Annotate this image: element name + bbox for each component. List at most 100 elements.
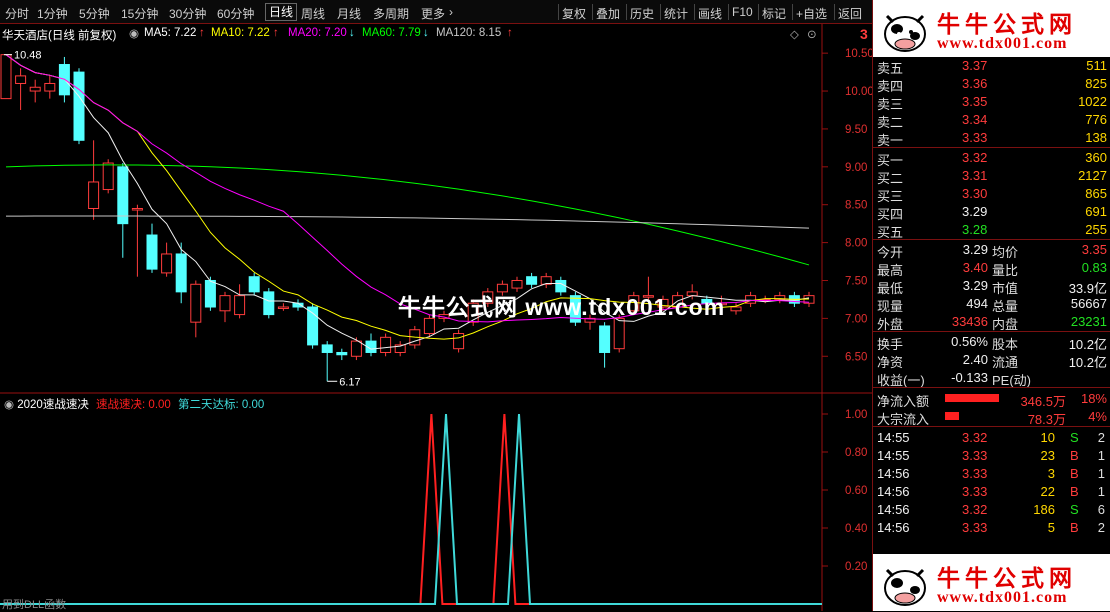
bid-volume: 255 xyxy=(1085,222,1107,237)
ask-price: 3.34 xyxy=(962,112,988,127)
candle-body xyxy=(613,317,625,350)
action-button-6[interactable]: 标记 xyxy=(762,5,786,22)
ask-row: 卖五 3.37 511 xyxy=(873,57,1110,76)
ma20-label: MA20: 7.20 xyxy=(288,27,347,39)
indicator-series-0 xyxy=(0,413,822,605)
banner-url[interactable]: www.tdx001.com xyxy=(937,589,1067,607)
divider xyxy=(873,387,1110,388)
tick-side: S xyxy=(1070,430,1079,445)
stock-title: 华天酒店(日线 前复权) xyxy=(2,30,117,42)
bid-volume: 691 xyxy=(1085,204,1107,219)
settings-icon[interactable]: ◉ xyxy=(129,26,139,40)
ask-price: 3.35 xyxy=(962,94,988,109)
ask-volume: 511 xyxy=(1086,58,1107,73)
period-tab-7[interactable]: 周线 xyxy=(301,5,325,22)
tick-row: 14:55 3.33 23 B 1 xyxy=(873,447,1110,465)
action-button-5[interactable]: F10 xyxy=(732,5,753,19)
period-tab-10[interactable]: 更多 xyxy=(421,5,445,22)
ask-volume: 825 xyxy=(1085,76,1107,91)
candle-body xyxy=(175,253,187,293)
candle-body xyxy=(453,333,465,350)
tick-price: 3.33 xyxy=(962,484,988,499)
action-button-7[interactable]: +自选 xyxy=(796,5,827,22)
fin-row: 收益(一) -0.133 PE(动) xyxy=(873,369,1110,388)
banner-url[interactable]: www.tdx001.com xyxy=(937,35,1067,53)
period-tab-5[interactable]: 60分钟 xyxy=(217,5,254,22)
period-tab-3[interactable]: 15分钟 xyxy=(121,5,158,22)
bid-row: 买三 3.30 865 xyxy=(873,185,1110,204)
cow-logo-icon xyxy=(884,568,926,606)
candle-body xyxy=(234,295,246,316)
stat-row: 今开 3.29 均价 3.35 xyxy=(873,241,1110,260)
tick-price: 3.33 xyxy=(962,520,988,535)
tick-price: 3.33 xyxy=(962,466,988,481)
period-tab-4[interactable]: 30分钟 xyxy=(169,5,206,22)
action-button-1[interactable]: 叠加 xyxy=(596,5,620,22)
period-tab-0[interactable]: 分时 xyxy=(5,5,29,22)
ma120-label: MA120: 8.15 xyxy=(436,27,502,39)
stat-row: 现量 494 总量 56667 xyxy=(873,295,1110,314)
period-tab-9[interactable]: 多周期 xyxy=(373,5,409,22)
divider xyxy=(873,426,1110,427)
fin-row: 换手 0.56% 股本 10.2亿 xyxy=(873,333,1110,352)
candle-body xyxy=(599,325,611,353)
fin-value: 0.56% xyxy=(951,334,988,349)
indicator-chart[interactable]: 1.00 0.80 0.60 0.40 0.20 xyxy=(0,394,872,611)
ma5-arrow: ↑ xyxy=(199,27,205,39)
flow-bar xyxy=(945,412,959,420)
period-tab-8[interactable]: 月线 xyxy=(337,5,361,22)
candlestick-chart[interactable]: 10.50 10.00 9.50 9.00 8.50 8.00 7.50 7.00 6.50 10… xyxy=(0,24,872,394)
tick-side: B xyxy=(1070,466,1079,481)
period-tab-6[interactable]: 日线 xyxy=(265,3,298,21)
ytick-label: 10.50 xyxy=(845,48,872,60)
ytick-label: 0.80 xyxy=(845,447,867,459)
dot-icon[interactable]: ⊙ xyxy=(807,27,817,41)
tick-row: 14:55 3.32 10 S 2 xyxy=(873,429,1110,447)
action-button-3[interactable]: 统计 xyxy=(664,5,688,22)
candle-body xyxy=(277,306,289,310)
divider xyxy=(873,239,1110,240)
diamond-icon[interactable]: ◇ xyxy=(790,27,799,41)
period-tab-2[interactable]: 5分钟 xyxy=(79,5,110,22)
ask-row: 卖三 3.35 1022 xyxy=(873,93,1110,112)
flow-pct: 18% xyxy=(1080,391,1107,406)
tick-time: 14:56 xyxy=(877,520,910,535)
candle-body xyxy=(29,86,41,92)
collapse-icon[interactable]: ◉ xyxy=(4,399,14,411)
indicator-series-1 xyxy=(0,413,822,605)
bid-price: 3.28 xyxy=(962,222,988,237)
action-button-0[interactable]: 复权 xyxy=(562,5,586,22)
chevron-right-icon[interactable]: › xyxy=(449,5,453,19)
stat-value: 494 xyxy=(966,296,988,311)
fin-value: -0.133 xyxy=(951,370,988,385)
tick-side: S xyxy=(1070,502,1079,517)
candle-body xyxy=(161,253,173,274)
action-button-8[interactable]: 返回 xyxy=(838,5,862,22)
bid-price: 3.29 xyxy=(962,204,988,219)
banner-title: 牛牛公式网 xyxy=(937,566,1077,591)
ask-volume: 1022 xyxy=(1078,94,1107,109)
ask-volume: 138 xyxy=(1085,130,1107,145)
bid-row: 买二 3.31 2127 xyxy=(873,167,1110,186)
ask-volume: 776 xyxy=(1085,112,1107,127)
candle-body xyxy=(15,75,27,84)
bid-row: 买四 3.29 691 xyxy=(873,203,1110,222)
quote-panel: 牛牛公式网 www.tdx001.com 卖五 3.37 511 卖四 3.36 825 卖… xyxy=(872,0,1110,611)
bid-row: 买一 3.32 360 xyxy=(873,149,1110,168)
candle-body xyxy=(131,208,143,211)
tick-time: 14:56 xyxy=(877,502,910,517)
indicator-value-2: 第二天达标: 0.00 xyxy=(178,399,265,411)
period-tab-1[interactable]: 1分钟 xyxy=(37,5,68,22)
tick-count: 1 xyxy=(1097,484,1105,499)
flow-bar xyxy=(945,394,999,402)
action-button-4[interactable]: 画线 xyxy=(698,5,722,22)
banner-title: 牛牛公式网 xyxy=(937,12,1077,37)
tick-side: B xyxy=(1070,520,1079,535)
action-button-2[interactable]: 历史 xyxy=(630,5,654,22)
tick-count: 2 xyxy=(1097,520,1105,535)
candle-body xyxy=(44,82,56,92)
bid-volume: 865 xyxy=(1085,186,1107,201)
ytick-label: 7.00 xyxy=(845,313,867,325)
tick-volume: 22 xyxy=(1040,484,1055,499)
indicator-header: ◉ 2020速战速决 速战速决: 0.00 第二天达标: 0.00 xyxy=(4,396,264,412)
